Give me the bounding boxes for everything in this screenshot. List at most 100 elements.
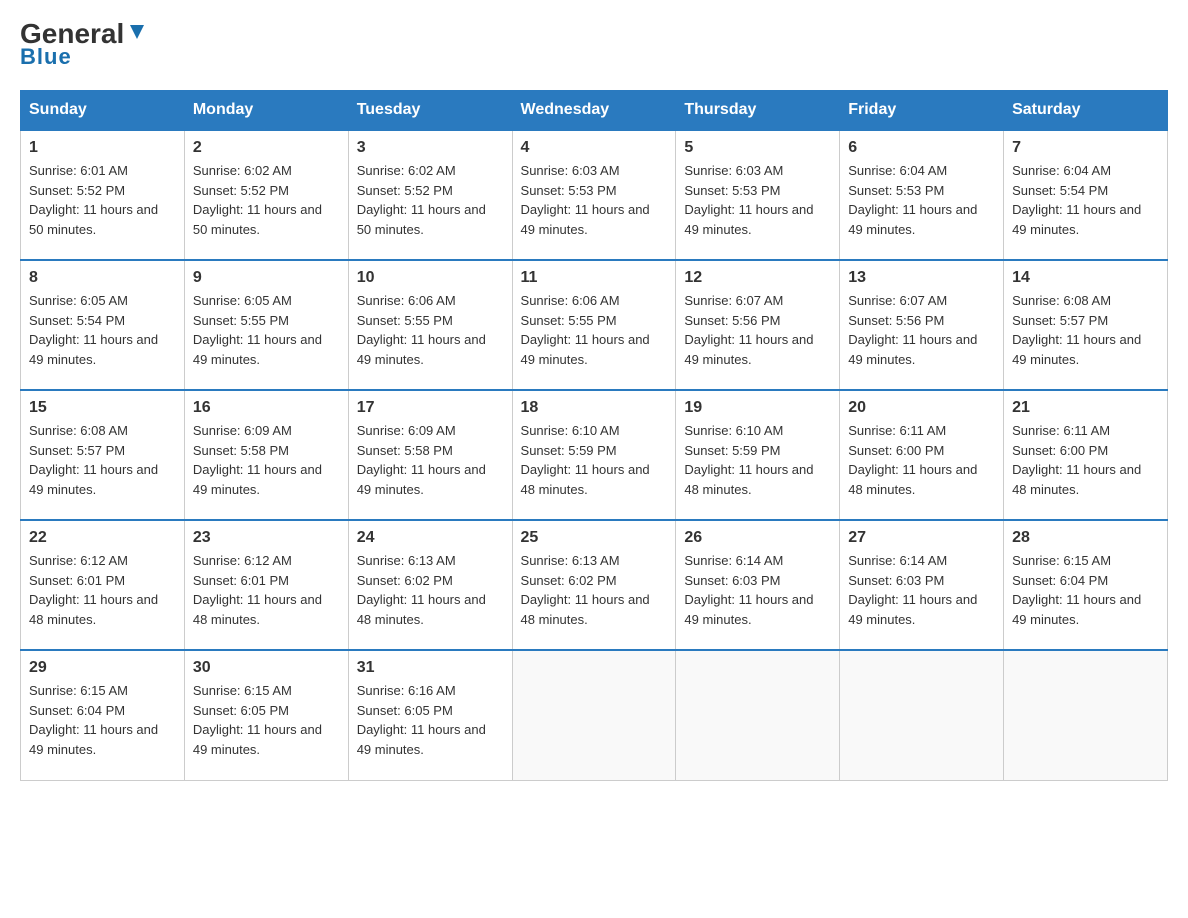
logo-blue: Blue [20, 44, 72, 70]
day-cell: 24 Sunrise: 6:13 AM Sunset: 6:02 PM Dayl… [348, 520, 512, 650]
day-number: 5 [684, 139, 831, 157]
day-number: 8 [29, 269, 176, 287]
day-info: Sunrise: 6:04 AM Sunset: 5:53 PM Dayligh… [848, 161, 995, 239]
day-cell: 21 Sunrise: 6:11 AM Sunset: 6:00 PM Dayl… [1004, 390, 1168, 520]
day-cell: 3 Sunrise: 6:02 AM Sunset: 5:52 PM Dayli… [348, 130, 512, 260]
day-info: Sunrise: 6:02 AM Sunset: 5:52 PM Dayligh… [193, 161, 340, 239]
header-friday: Friday [840, 91, 1004, 131]
day-number: 9 [193, 269, 340, 287]
calendar-table: SundayMondayTuesdayWednesdayThursdayFrid… [20, 90, 1168, 781]
day-info: Sunrise: 6:07 AM Sunset: 5:56 PM Dayligh… [684, 291, 831, 369]
header-sunday: Sunday [21, 91, 185, 131]
day-info: Sunrise: 6:09 AM Sunset: 5:58 PM Dayligh… [193, 421, 340, 499]
day-number: 2 [193, 139, 340, 157]
day-info: Sunrise: 6:04 AM Sunset: 5:54 PM Dayligh… [1012, 161, 1159, 239]
day-cell: 31 Sunrise: 6:16 AM Sunset: 6:05 PM Dayl… [348, 650, 512, 780]
day-cell: 9 Sunrise: 6:05 AM Sunset: 5:55 PM Dayli… [184, 260, 348, 390]
day-cell [676, 650, 840, 780]
day-info: Sunrise: 6:03 AM Sunset: 5:53 PM Dayligh… [521, 161, 668, 239]
day-cell: 22 Sunrise: 6:12 AM Sunset: 6:01 PM Dayl… [21, 520, 185, 650]
day-info: Sunrise: 6:07 AM Sunset: 5:56 PM Dayligh… [848, 291, 995, 369]
day-info: Sunrise: 6:13 AM Sunset: 6:02 PM Dayligh… [357, 551, 504, 629]
day-info: Sunrise: 6:06 AM Sunset: 5:55 PM Dayligh… [357, 291, 504, 369]
day-number: 26 [684, 529, 831, 547]
week-row-2: 15 Sunrise: 6:08 AM Sunset: 5:57 PM Dayl… [21, 390, 1168, 520]
day-number: 20 [848, 399, 995, 417]
day-info: Sunrise: 6:05 AM Sunset: 5:54 PM Dayligh… [29, 291, 176, 369]
day-cell: 29 Sunrise: 6:15 AM Sunset: 6:04 PM Dayl… [21, 650, 185, 780]
day-number: 6 [848, 139, 995, 157]
day-number: 12 [684, 269, 831, 287]
page-header: General Blue [20, 20, 1168, 70]
day-info: Sunrise: 6:01 AM Sunset: 5:52 PM Dayligh… [29, 161, 176, 239]
day-cell: 14 Sunrise: 6:08 AM Sunset: 5:57 PM Dayl… [1004, 260, 1168, 390]
day-info: Sunrise: 6:09 AM Sunset: 5:58 PM Dayligh… [357, 421, 504, 499]
logo-arrow-icon [126, 21, 148, 43]
day-cell: 20 Sunrise: 6:11 AM Sunset: 6:00 PM Dayl… [840, 390, 1004, 520]
day-cell [1004, 650, 1168, 780]
day-cell: 11 Sunrise: 6:06 AM Sunset: 5:55 PM Dayl… [512, 260, 676, 390]
day-number: 15 [29, 399, 176, 417]
day-info: Sunrise: 6:15 AM Sunset: 6:05 PM Dayligh… [193, 681, 340, 759]
day-number: 13 [848, 269, 995, 287]
header-saturday: Saturday [1004, 91, 1168, 131]
day-info: Sunrise: 6:06 AM Sunset: 5:55 PM Dayligh… [521, 291, 668, 369]
week-row-0: 1 Sunrise: 6:01 AM Sunset: 5:52 PM Dayli… [21, 130, 1168, 260]
day-cell: 23 Sunrise: 6:12 AM Sunset: 6:01 PM Dayl… [184, 520, 348, 650]
day-info: Sunrise: 6:10 AM Sunset: 5:59 PM Dayligh… [521, 421, 668, 499]
day-cell: 5 Sunrise: 6:03 AM Sunset: 5:53 PM Dayli… [676, 130, 840, 260]
logo: General Blue [20, 20, 148, 70]
day-number: 7 [1012, 139, 1159, 157]
day-info: Sunrise: 6:11 AM Sunset: 6:00 PM Dayligh… [848, 421, 995, 499]
day-number: 4 [521, 139, 668, 157]
day-number: 19 [684, 399, 831, 417]
header-wednesday: Wednesday [512, 91, 676, 131]
day-info: Sunrise: 6:10 AM Sunset: 5:59 PM Dayligh… [684, 421, 831, 499]
day-number: 21 [1012, 399, 1159, 417]
day-info: Sunrise: 6:11 AM Sunset: 6:00 PM Dayligh… [1012, 421, 1159, 499]
week-row-3: 22 Sunrise: 6:12 AM Sunset: 6:01 PM Dayl… [21, 520, 1168, 650]
day-cell: 16 Sunrise: 6:09 AM Sunset: 5:58 PM Dayl… [184, 390, 348, 520]
day-number: 30 [193, 659, 340, 677]
day-number: 11 [521, 269, 668, 287]
day-cell: 18 Sunrise: 6:10 AM Sunset: 5:59 PM Dayl… [512, 390, 676, 520]
day-cell: 30 Sunrise: 6:15 AM Sunset: 6:05 PM Dayl… [184, 650, 348, 780]
header-thursday: Thursday [676, 91, 840, 131]
day-number: 31 [357, 659, 504, 677]
day-number: 10 [357, 269, 504, 287]
day-number: 14 [1012, 269, 1159, 287]
day-number: 28 [1012, 529, 1159, 547]
day-cell: 12 Sunrise: 6:07 AM Sunset: 5:56 PM Dayl… [676, 260, 840, 390]
day-info: Sunrise: 6:15 AM Sunset: 6:04 PM Dayligh… [29, 681, 176, 759]
day-cell: 7 Sunrise: 6:04 AM Sunset: 5:54 PM Dayli… [1004, 130, 1168, 260]
day-info: Sunrise: 6:08 AM Sunset: 5:57 PM Dayligh… [29, 421, 176, 499]
day-info: Sunrise: 6:12 AM Sunset: 6:01 PM Dayligh… [193, 551, 340, 629]
day-info: Sunrise: 6:03 AM Sunset: 5:53 PM Dayligh… [684, 161, 831, 239]
day-cell: 2 Sunrise: 6:02 AM Sunset: 5:52 PM Dayli… [184, 130, 348, 260]
header-monday: Monday [184, 91, 348, 131]
day-number: 24 [357, 529, 504, 547]
day-number: 25 [521, 529, 668, 547]
day-info: Sunrise: 6:02 AM Sunset: 5:52 PM Dayligh… [357, 161, 504, 239]
day-number: 3 [357, 139, 504, 157]
day-number: 17 [357, 399, 504, 417]
day-cell: 19 Sunrise: 6:10 AM Sunset: 5:59 PM Dayl… [676, 390, 840, 520]
day-cell: 10 Sunrise: 6:06 AM Sunset: 5:55 PM Dayl… [348, 260, 512, 390]
day-cell [840, 650, 1004, 780]
day-info: Sunrise: 6:14 AM Sunset: 6:03 PM Dayligh… [684, 551, 831, 629]
day-number: 27 [848, 529, 995, 547]
day-number: 23 [193, 529, 340, 547]
day-number: 1 [29, 139, 176, 157]
week-row-1: 8 Sunrise: 6:05 AM Sunset: 5:54 PM Dayli… [21, 260, 1168, 390]
day-cell [512, 650, 676, 780]
day-cell: 27 Sunrise: 6:14 AM Sunset: 6:03 PM Dayl… [840, 520, 1004, 650]
day-cell: 8 Sunrise: 6:05 AM Sunset: 5:54 PM Dayli… [21, 260, 185, 390]
day-info: Sunrise: 6:14 AM Sunset: 6:03 PM Dayligh… [848, 551, 995, 629]
day-number: 16 [193, 399, 340, 417]
day-cell: 26 Sunrise: 6:14 AM Sunset: 6:03 PM Dayl… [676, 520, 840, 650]
day-cell: 13 Sunrise: 6:07 AM Sunset: 5:56 PM Dayl… [840, 260, 1004, 390]
day-cell: 28 Sunrise: 6:15 AM Sunset: 6:04 PM Dayl… [1004, 520, 1168, 650]
day-info: Sunrise: 6:12 AM Sunset: 6:01 PM Dayligh… [29, 551, 176, 629]
day-info: Sunrise: 6:08 AM Sunset: 5:57 PM Dayligh… [1012, 291, 1159, 369]
day-info: Sunrise: 6:16 AM Sunset: 6:05 PM Dayligh… [357, 681, 504, 759]
